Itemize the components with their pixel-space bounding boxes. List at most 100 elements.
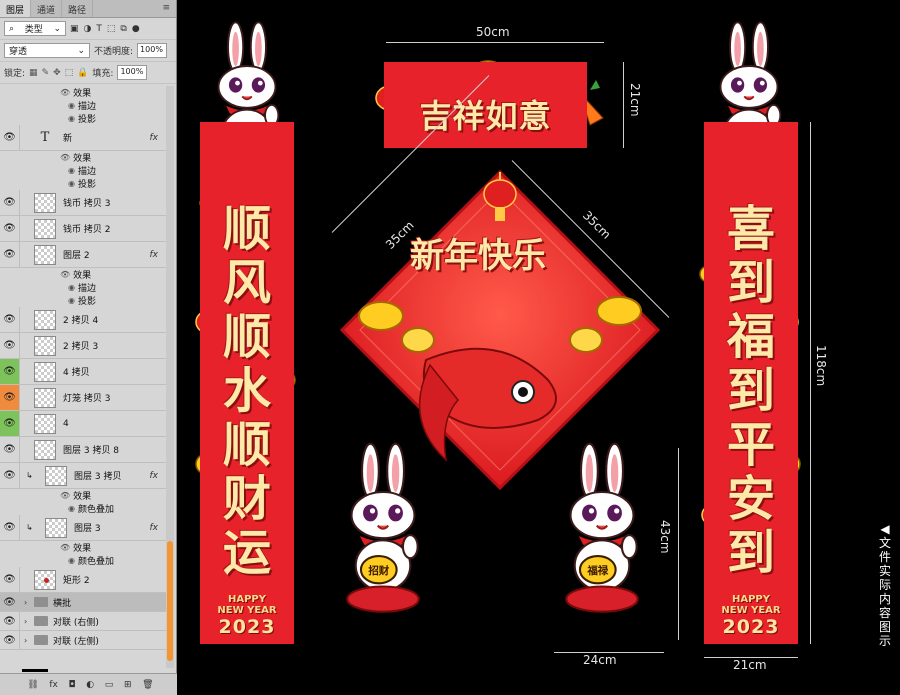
layer-effect-row[interactable]: 👁 效果 — [0, 489, 166, 502]
eye-icon[interactable]: 👁 — [60, 491, 70, 500]
layer-row[interactable]: 👁 ↳ 图层 3 fx — [0, 515, 166, 541]
effect-eye-icon[interactable]: ◉ — [68, 504, 75, 513]
layer-row[interactable]: 👁 钱币 拷贝 3 — [0, 190, 166, 216]
horizontal-banner[interactable]: 吉祥如意 — [384, 62, 587, 148]
effect-eye-icon[interactable]: ◉ — [68, 179, 75, 188]
smart-object-filter-icon[interactable]: ⧉ — [120, 24, 126, 34]
fx-badge[interactable]: fx — [150, 523, 159, 533]
layer-effect-row[interactable]: 👁 效果 — [0, 541, 166, 554]
layer-effect-row[interactable]: ◉ 描边 — [0, 164, 166, 177]
shape-filter-icon[interactable]: ⬚ — [107, 24, 116, 34]
eye-icon[interactable]: 👁 — [0, 385, 20, 410]
layer-row[interactable]: 👁 4 — [0, 411, 166, 437]
lock-move-icon[interactable]: ✥ — [53, 68, 61, 78]
layer-filter-select[interactable]: ⌕ 类型 ⌄ — [4, 21, 66, 36]
eye-icon[interactable]: 👁 — [0, 359, 20, 384]
layer-row[interactable]: 👁 钱币 拷贝 2 — [0, 216, 166, 242]
effect-eye-icon[interactable]: ◉ — [68, 101, 75, 110]
fx-badge[interactable]: fx — [150, 471, 159, 481]
filter-toggle-icon[interactable]: ● — [132, 24, 140, 34]
eye-icon[interactable]: 👁 — [0, 125, 20, 150]
lock-all-icon[interactable]: 🔒 — [77, 68, 88, 78]
fx-badge[interactable]: fx — [150, 250, 159, 260]
effect-eye-icon[interactable]: ◉ — [68, 166, 75, 175]
eye-icon[interactable]: 👁 — [60, 270, 70, 279]
layer-row[interactable]: 👁 图层 3 拷贝 8 — [0, 437, 166, 463]
effect-eye-icon[interactable]: ◉ — [68, 283, 75, 292]
type-filter-icon[interactable]: T — [96, 24, 102, 34]
layer-row[interactable]: 👁 4 拷贝 — [0, 359, 166, 385]
eye-icon[interactable]: 👁 — [60, 88, 70, 97]
layer-effect-row[interactable]: 👁 效果 — [0, 86, 166, 99]
layer-effect-row[interactable]: ◉ 颜色叠加 — [0, 502, 166, 515]
layer-effect-row[interactable]: ◉ 描边 — [0, 281, 166, 294]
layer-row[interactable]: 👁 2 拷贝 4 — [0, 307, 166, 333]
eye-icon[interactable]: 👁 — [0, 333, 20, 358]
eye-icon[interactable]: 👁 — [0, 216, 20, 241]
right-couplet[interactable]: 喜到福到平安到 — [704, 122, 798, 644]
adjust-icon[interactable]: ◐ — [86, 680, 94, 690]
layer-group-row[interactable]: 👁 › 对联 (右侧) — [0, 612, 166, 631]
panel-menu-icon[interactable]: ≡ — [156, 0, 176, 17]
eye-icon[interactable]: 👁 — [0, 437, 20, 462]
trash-icon[interactable]: 🗑 — [142, 680, 153, 690]
effect-eye-icon[interactable]: ◉ — [68, 114, 75, 123]
fill-input[interactable]: 100% — [117, 65, 148, 80]
layer-list-scrollbar[interactable] — [166, 86, 174, 668]
mask-icon[interactable]: ◘ — [69, 680, 76, 690]
tab-paths[interactable]: 路径 — [62, 0, 94, 17]
layer-group-row[interactable]: 👁 › 横批 — [0, 593, 166, 612]
fx-button[interactable]: fx — [49, 680, 58, 690]
chevron-right-icon[interactable]: › — [24, 598, 34, 607]
layer-group-row[interactable]: 👁 › 对联 (左侧) — [0, 631, 166, 650]
layer-row[interactable]: 👁 图层 2 fx — [0, 242, 166, 268]
pixel-filter-icon[interactable]: ▣ — [70, 24, 79, 34]
folder-icon[interactable]: ▭ — [105, 680, 114, 690]
eye-icon[interactable]: 👁 — [0, 463, 20, 488]
new-layer-icon[interactable]: ⊞ — [124, 680, 132, 690]
link-icon[interactable]: ⛓ — [27, 680, 38, 690]
eye-icon[interactable]: 👁 — [0, 242, 20, 267]
blend-mode-select[interactable]: 穿透 ⌄ — [4, 43, 90, 58]
eye-icon[interactable]: 👁 — [60, 153, 70, 162]
eye-icon[interactable]: 👁 — [0, 515, 20, 540]
layer-effect-row[interactable]: ◉ 投影 — [0, 177, 166, 190]
chevron-right-icon[interactable]: › — [24, 617, 34, 626]
left-couplet[interactable]: 顺风顺水顺财运 — [200, 122, 294, 644]
eye-icon[interactable]: 👁 — [0, 612, 20, 630]
adjustment-filter-icon[interactable]: ◑ — [84, 24, 92, 34]
eye-icon[interactable]: 👁 — [0, 411, 20, 436]
scrollbar-thumb[interactable] — [167, 541, 173, 661]
layer-row[interactable]: 👁 矩形 2 — [0, 567, 166, 593]
eye-icon[interactable]: 👁 — [0, 190, 20, 215]
effect-label: 投影 — [77, 180, 96, 190]
eye-icon[interactable]: 👁 — [0, 631, 20, 649]
layer-effect-row[interactable]: ◉ 投影 — [0, 294, 166, 307]
eye-icon[interactable]: 👁 — [0, 307, 20, 332]
lock-transparent-icon[interactable]: ▦ — [29, 68, 38, 78]
fx-badge[interactable]: fx — [150, 133, 159, 143]
eye-icon[interactable]: 👁 — [0, 567, 20, 592]
tab-layers[interactable]: 图层 — [0, 0, 32, 17]
tab-channels[interactable]: 通道 — [31, 0, 63, 17]
layer-row[interactable]: 👁 ↳ 图层 3 拷贝 fx — [0, 463, 166, 489]
banner-text: 吉祥如意 — [419, 97, 552, 135]
lock-artboard-icon[interactable]: ⬚ — [65, 68, 74, 78]
eye-icon[interactable]: 👁 — [60, 543, 70, 552]
layer-effect-row[interactable]: ◉ 投影 — [0, 112, 166, 125]
lock-paint-icon[interactable]: ✎ — [42, 68, 50, 78]
document-canvas[interactable]: 招财福禄招财福禄 吉祥如意 新年快乐 顺风顺水顺财运 HAPPY NEW YEA… — [178, 0, 900, 695]
chevron-right-icon[interactable]: › — [24, 636, 34, 645]
layer-effect-row[interactable]: 👁 效果 — [0, 151, 166, 164]
layer-row[interactable]: 👁 2 拷贝 3 — [0, 333, 166, 359]
couplet-char: 到 — [726, 525, 775, 581]
effect-eye-icon[interactable]: ◉ — [68, 296, 75, 305]
layer-effect-row[interactable]: 👁 效果 — [0, 268, 166, 281]
layer-effect-row[interactable]: ◉ 描边 — [0, 99, 166, 112]
layer-row[interactable]: 👁 T 新 fx — [0, 125, 166, 151]
layer-effect-row[interactable]: ◉ 颜色叠加 — [0, 554, 166, 567]
effect-eye-icon[interactable]: ◉ — [68, 556, 75, 565]
opacity-input[interactable]: 100% — [137, 43, 168, 58]
layer-row[interactable]: 👁 灯笼 拷贝 3 — [0, 385, 166, 411]
eye-icon[interactable]: 👁 — [0, 593, 20, 611]
